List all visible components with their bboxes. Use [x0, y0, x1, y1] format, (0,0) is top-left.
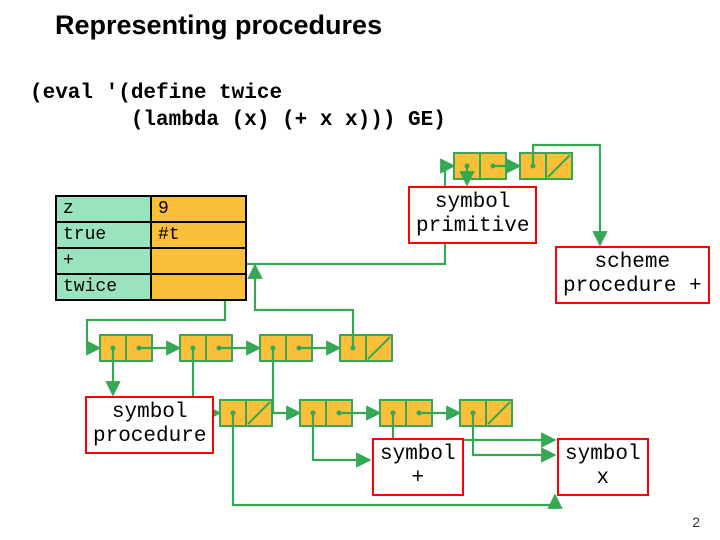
tag-line: symbol: [380, 443, 456, 466]
code-line-1: (eval '(define twice: [30, 82, 282, 105]
table-row: z 9: [56, 196, 246, 222]
env-val: 9: [151, 196, 246, 222]
tag-line: x: [597, 467, 610, 490]
env-val: [151, 248, 246, 274]
code-example: (eval '(define twice (lambda (x) (+ x x)…: [30, 55, 446, 134]
tag-line: scheme: [595, 251, 671, 274]
tag-line: procedure: [93, 425, 206, 448]
env-val: #t: [151, 222, 246, 248]
tag-scheme-procedure-plus: scheme procedure +: [555, 246, 710, 304]
tag-symbol-plus: symbol +: [372, 438, 464, 496]
env-key: true: [56, 222, 151, 248]
env-key: +: [56, 248, 151, 274]
cons-body: [300, 400, 512, 426]
table-row: twice: [56, 274, 246, 300]
environment-table: z 9 true #t + twice: [55, 195, 247, 301]
env-key: z: [56, 196, 151, 222]
table-row: true #t: [56, 222, 246, 248]
tag-symbol-procedure: symbol procedure: [85, 396, 214, 454]
tag-line: primitive: [416, 215, 529, 238]
table-row: +: [56, 248, 246, 274]
tag-line: symbol: [565, 443, 641, 466]
tag-line: symbol: [112, 401, 188, 424]
tag-line: symbol: [435, 191, 511, 214]
cons-params: [220, 400, 272, 426]
page-number: 2: [692, 514, 700, 530]
page-title: Representing procedures: [55, 10, 382, 41]
tag-symbol-primitive: symbol primitive: [408, 186, 537, 244]
code-line-2: (lambda (x) (+ x x))) GE): [30, 109, 446, 132]
tag-symbol-x: symbol x: [557, 438, 649, 496]
tag-line: procedure +: [563, 275, 702, 298]
env-key: twice: [56, 274, 151, 300]
tag-line: +: [412, 467, 425, 490]
env-val: [151, 274, 246, 300]
